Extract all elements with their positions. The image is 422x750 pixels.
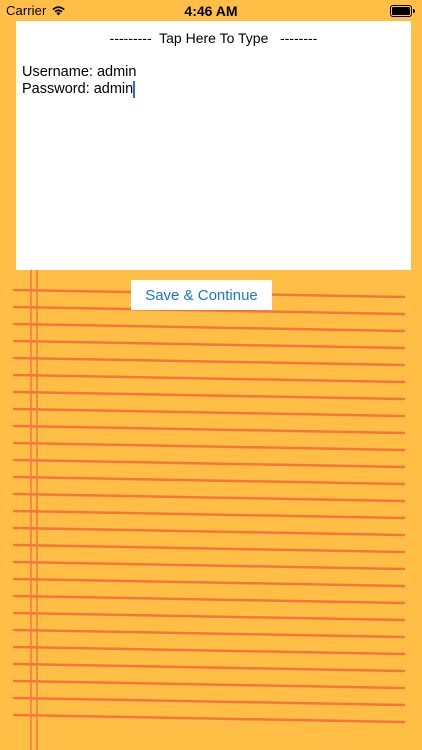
save-continue-button[interactable]: Save & Continue <box>131 280 272 310</box>
paper-rule-line <box>12 424 406 435</box>
paper-rule-line <box>12 662 406 673</box>
paper-rule-line <box>12 509 406 520</box>
paper-rule-lines <box>12 288 406 724</box>
username-line: Username: admin <box>22 64 137 80</box>
paper-rule-line <box>12 713 406 724</box>
status-bar: Carrier 4:46 AM <box>0 0 422 22</box>
paper-rule-line <box>12 322 406 333</box>
paper-rule-line <box>12 594 406 605</box>
clock-time: 4:46 AM <box>184 3 238 19</box>
paper-rule-line <box>12 543 406 554</box>
paper-rule-line <box>12 645 406 656</box>
note-text-editor[interactable]: Username: admin Password: admin <box>22 64 402 98</box>
paper-rule-line <box>12 696 406 707</box>
paper-rule-line <box>12 458 406 469</box>
tap-to-type-hint[interactable]: --------- Tap Here To Type -------- <box>16 30 411 46</box>
paper-rule-line <box>12 339 406 350</box>
paper-rule-line <box>12 441 406 452</box>
paper-rule-line <box>12 407 406 418</box>
paper-rule-line <box>12 492 406 503</box>
password-line-wrapper: Password: admin <box>22 81 402 98</box>
paper-rule-line <box>12 373 406 384</box>
paper-rule-line <box>12 628 406 639</box>
paper-rule-line <box>12 577 406 588</box>
password-line: Password: admin <box>22 81 134 97</box>
text-cursor <box>133 81 136 98</box>
paper-rule-line <box>12 390 406 401</box>
paper-rule-line <box>12 611 406 622</box>
paper-rule-line <box>12 679 406 690</box>
battery-icon <box>390 5 415 17</box>
paper-rule-line <box>12 526 406 537</box>
paper-rule-line <box>12 560 406 571</box>
paper-rule-line <box>12 356 406 367</box>
note-card[interactable]: --------- Tap Here To Type -------- User… <box>16 21 411 270</box>
paper-rule-line <box>12 475 406 486</box>
